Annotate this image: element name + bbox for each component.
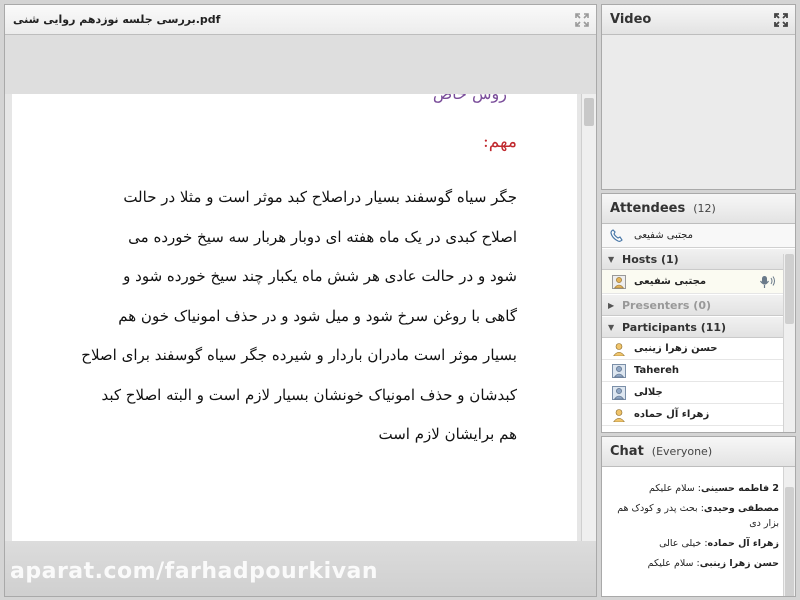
person-icon xyxy=(612,385,626,400)
host-person-icon xyxy=(612,274,626,289)
scrollbar-thumb[interactable] xyxy=(584,98,594,126)
document-line: کبدشان و حذف امونیاک خونشان بسیار لازم ا… xyxy=(101,385,518,404)
document-line: بسیار موثر است مادران باردار و شیرده جگر… xyxy=(81,346,517,364)
share-pod: بررسی جلسه نوزدهم روایی شنی.pdf روش خاص … xyxy=(4,4,597,597)
participants-label: Participants (11) xyxy=(622,320,727,334)
attendees-count: (12) xyxy=(693,202,716,215)
expand-arrow-icon: ▼ xyxy=(608,322,615,332)
attendees-title: Attendees xyxy=(610,201,686,216)
chat-text: سلام علیکم xyxy=(648,483,695,494)
hosts-category[interactable]: ▼ Hosts (1) xyxy=(602,248,795,270)
clipped-text: روش خاص xyxy=(433,94,507,103)
participant-name: زهراء آل حماده xyxy=(634,409,710,420)
attendees-pod: Attendees (12) مجتبی شفیعی ▼ Hosts (1) م… xyxy=(601,193,796,433)
attendees-list: مجتبی شفیعی ▼ Hosts (1) مجتبی شفیعی ▶ Pr… xyxy=(602,224,795,432)
current-user-row[interactable]: مجتبی شفیعی xyxy=(602,224,795,248)
video-pod-header: Video xyxy=(602,5,795,35)
host-row[interactable]: مجتبی شفیعی xyxy=(602,270,795,294)
chat-text: خیلی عالی xyxy=(659,538,702,549)
document-line: هم برایشان لازم است xyxy=(378,425,517,443)
chat-text: سلام علیکم xyxy=(647,558,694,569)
host-name: مجتبی شفیعی xyxy=(634,276,707,287)
document-page: روش خاص مهم: جگر سیاه گوسفند بسیار دراصل… xyxy=(12,94,577,541)
fullscreen-icon[interactable] xyxy=(773,12,789,28)
scrollbar-thumb[interactable] xyxy=(785,487,794,596)
attendees-scrollbar[interactable] xyxy=(783,254,795,432)
chat-message: حسن زهرا زینبی: سلام علیکم xyxy=(647,558,779,569)
participant-name: جلالی xyxy=(634,387,663,398)
chat-sender: 2 فاطمه حسینی xyxy=(701,483,779,494)
attendees-pod-header: Attendees (12) xyxy=(602,194,795,224)
video-pod: Video xyxy=(601,4,796,190)
participant-row[interactable]: جلالی xyxy=(602,382,795,404)
expand-arrow-icon: ▼ xyxy=(608,254,615,264)
video-title: Video xyxy=(610,12,652,27)
chat-scrollbar[interactable] xyxy=(783,467,795,596)
participant-row[interactable]: حسن زهرا زینبی xyxy=(602,338,795,360)
document-heading: مهم: xyxy=(483,132,517,152)
chat-message: 2 فاطمه حسینی: سلام علیکم xyxy=(648,483,779,494)
current-user-name: مجتبی شفیعی xyxy=(634,230,693,241)
document-body: جگر سیاه گوسفند بسیار دراصلاح کبد موثر ا… xyxy=(57,178,517,455)
document-line: گاهی با روغن سرخ شود و میل شود و در حذف … xyxy=(118,306,517,325)
chat-pod: Chat (Everyone) 2 فاطمه حسینی: سلام علیک… xyxy=(601,436,796,597)
participant-name: Tahereh xyxy=(634,365,680,376)
chat-sender: حسن زهرا زینبی xyxy=(699,558,779,569)
presenters-label: Presenters (0) xyxy=(622,298,712,312)
chat-sender: مصطفی وحیدی xyxy=(703,503,779,514)
person-icon xyxy=(613,408,625,422)
share-pod-header: بررسی جلسه نوزدهم روایی شنی.pdf xyxy=(5,5,596,35)
document-line: جگر سیاه گوسفند بسیار دراصلاح کبد موثر ا… xyxy=(123,188,517,206)
document-scrollbar[interactable] xyxy=(581,94,596,541)
participant-row[interactable]: زهراء آل حماده xyxy=(602,404,795,426)
phone-icon xyxy=(610,228,623,242)
scrollbar-thumb[interactable] xyxy=(785,254,794,324)
watermark: aparat.com/farhadpourkivan xyxy=(10,559,379,584)
share-background xyxy=(5,35,596,94)
participant-row[interactable]: Tahereh xyxy=(602,360,795,382)
collapse-arrow-icon: ▶ xyxy=(608,300,615,310)
participants-category[interactable]: ▼ Participants (11) xyxy=(602,316,795,338)
document-line: اصلاح کبدی در یک ماه هفته ای دوبار هربار… xyxy=(128,227,517,246)
chat-messages: 2 فاطمه حسینی: سلام علیکم مصطفی وحیدی: ب… xyxy=(602,467,783,596)
chat-message: زهراء آل حماده: خیلی عالی xyxy=(659,538,779,549)
chat-pod-header: Chat (Everyone) xyxy=(602,437,795,467)
microphone-icon xyxy=(760,276,775,288)
chat-message: مصطفی وحیدی: بحث پدر و کودک هم بزار دی xyxy=(617,503,779,529)
document-line: شود و در حالت عادی هر شش ماه یکبار چند س… xyxy=(123,267,517,285)
hosts-label: Hosts (1) xyxy=(622,252,679,266)
participant-name: حسن زهرا زینبی xyxy=(634,343,718,354)
chat-scope: (Everyone) xyxy=(651,445,713,458)
chat-sender: زهراء آل حماده xyxy=(707,538,779,549)
person-icon xyxy=(612,363,626,378)
presenters-category[interactable]: ▶ Presenters (0) xyxy=(602,294,795,316)
document-title: بررسی جلسه نوزدهم روایی شنی.pdf xyxy=(13,13,221,26)
chat-title: Chat xyxy=(610,444,644,459)
fullscreen-icon[interactable] xyxy=(574,12,590,28)
person-icon xyxy=(613,342,625,356)
